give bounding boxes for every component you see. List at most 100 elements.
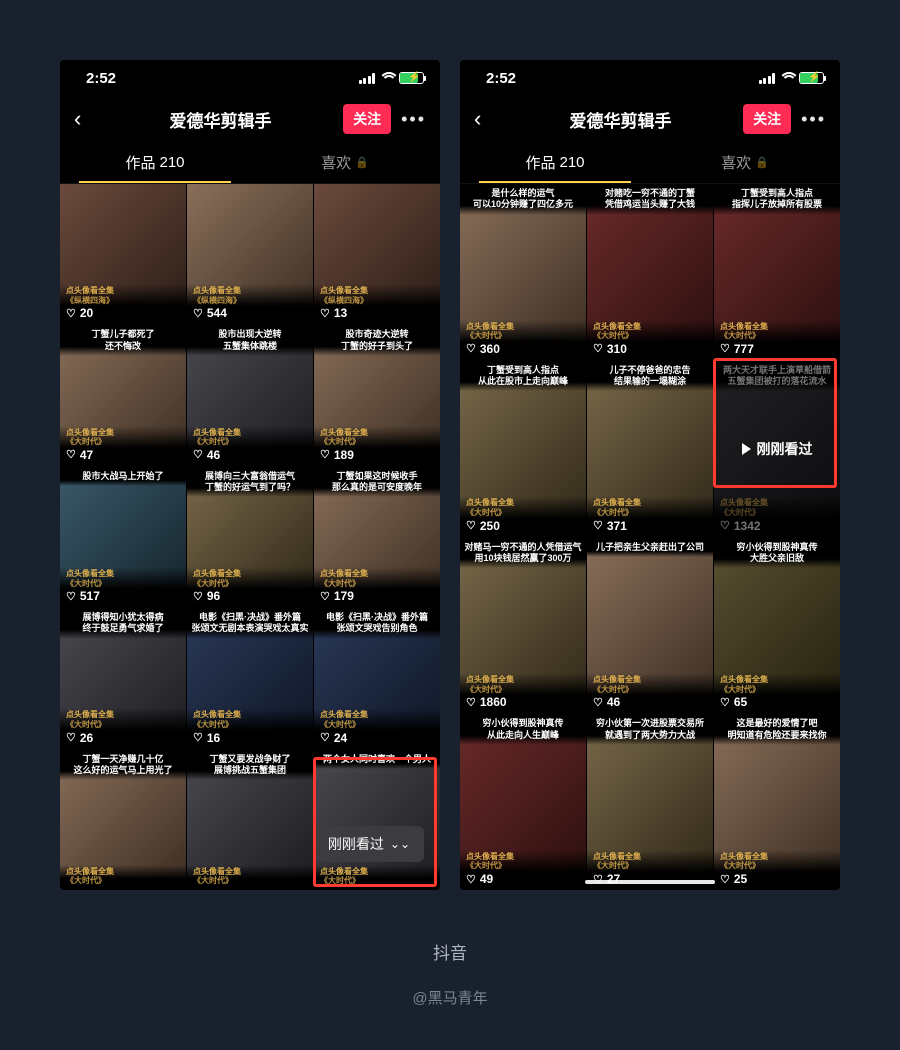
lock-icon: 🔒: [755, 156, 769, 169]
heart-icon: ♡: [320, 731, 330, 744]
video-thumbnail[interactable]: 穷小伙得到股神真传 大胜父亲旧敌点头像看全集《大时代》♡65: [714, 538, 840, 714]
video-subtitle: 点头像看全集《大时代》: [320, 569, 434, 588]
video-thumbnail[interactable]: 股市大战马上开始了点头像看全集《大时代》♡517: [60, 467, 186, 607]
video-subtitle: 点头像看全集《大时代》: [466, 675, 580, 694]
profile-tabs: 作品 210 喜欢 🔒: [460, 142, 840, 184]
video-subtitle: 点头像看全集《大时代》: [593, 852, 707, 871]
back-icon[interactable]: ‹: [474, 106, 498, 132]
video-subtitle: 点头像看全集《大时代》: [193, 867, 307, 886]
video-thumbnail[interactable]: 丁蟹一天净赚几十亿 这么好的运气马上用光了点头像看全集《大时代》: [60, 750, 186, 890]
play-icon: [742, 443, 751, 455]
tab-likes[interactable]: 喜欢 🔒: [250, 142, 440, 183]
video-caption: 丁蟹又要发战争财了 展博挑战五蟹集团: [187, 750, 313, 781]
video-caption: 丁蟹儿子都死了 还不悔改: [60, 325, 186, 356]
video-thumbnail[interactable]: 电影《扫黑·决战》番外篇 张颂文无剧本表演哭戏太真实点头像看全集《大时代》♡16: [187, 608, 313, 748]
like-count: ♡65: [720, 695, 834, 709]
video-thumbnail[interactable]: 丁蟹受到高人指点 从此在股市上走向巅峰点头像看全集《大时代》♡250: [460, 361, 586, 537]
video-thumbnail[interactable]: 两大天才联手上演草船借箭 五蟹集团被打的落花流水点头像看全集《大时代》♡1342…: [714, 361, 840, 537]
video-thumbnail[interactable]: 丁蟹又要发战争财了 展博挑战五蟹集团点头像看全集《大时代》: [187, 750, 313, 890]
video-thumbnail[interactable]: 两个女人同时喜欢一个男人点头像看全集《大时代》: [314, 750, 440, 890]
heart-icon: ♡: [193, 448, 203, 461]
video-caption: 对赌吃一穷不通的丁蟹 凭借鸡运当头赚了大钱: [587, 184, 713, 215]
heart-icon: ♡: [593, 342, 603, 355]
tab-likes[interactable]: 喜欢 🔒: [650, 142, 840, 183]
video-subtitle: 点头像看全集《大时代》: [320, 710, 434, 729]
video-caption: 是什么样的运气 可以10分钟赚了四亿多元: [460, 184, 586, 215]
lock-icon: 🔒: [355, 156, 369, 169]
video-subtitle: 点头像看全集《大时代》: [193, 710, 307, 729]
video-thumbnail[interactable]: 对赌马一穷不通的人凭借运气 用10块钱居然赢了300万点头像看全集《大时代》♡1…: [460, 538, 586, 714]
heart-icon: ♡: [193, 590, 203, 603]
video-thumbnail[interactable]: 穷小伙得到股神真传 从此走向人生巅峰点头像看全集《大时代》♡49: [460, 714, 586, 890]
follow-button[interactable]: 关注: [343, 104, 391, 134]
tab-works[interactable]: 作品 210: [60, 142, 250, 183]
video-caption: 丁蟹受到高人指点 从此在股市上走向巅峰: [460, 361, 586, 392]
video-caption: 电影《扫黑·决战》番外篇 张颂文哭戏告别角色: [314, 608, 440, 639]
video-thumbnail[interactable]: 穷小伙第一次进股票交易所 就遇到了两大势力大战点头像看全集《大时代》♡27: [587, 714, 713, 890]
just-watched-overlay[interactable]: 刚刚看过: [714, 361, 840, 537]
like-count: ♡517: [66, 589, 180, 603]
video-thumbnail[interactable]: 点头像看全集《纵横四海》♡20: [60, 184, 186, 324]
video-caption: 两个女人同时喜欢一个男人: [314, 750, 440, 769]
heart-icon: ♡: [193, 307, 203, 320]
video-thumbnail[interactable]: 展博得知小犹太得病 终于鼓足勇气求婚了点头像看全集《大时代》 ♡26: [60, 608, 186, 748]
video-thumbnail[interactable]: 丁蟹受到高人指点 指挥儿子放掉所有股票点头像看全集《大时代》♡777: [714, 184, 840, 360]
heart-icon: ♡: [593, 696, 603, 709]
video-thumbnail[interactable]: 丁蟹儿子都死了 还不悔改点头像看全集《大时代》♡47: [60, 325, 186, 465]
video-thumbnail[interactable]: 点头像看全集《纵横四海》♡544: [187, 184, 313, 324]
video-caption: 展博得知小犹太得病 终于鼓足勇气求婚了: [60, 608, 186, 639]
video-grid[interactable]: 点头像看全集《纵横四海》♡20点头像看全集《纵横四海》♡544点头像看全集《纵横…: [60, 184, 440, 890]
video-thumbnail[interactable]: 是什么样的运气 可以10分钟赚了四亿多元点头像看全集《大时代》♡360: [460, 184, 586, 360]
video-thumbnail[interactable]: 展博向三大富翁借运气 丁蟹的好运气到了吗？点头像看全集《大时代》♡96: [187, 467, 313, 607]
like-count: ♡26: [66, 731, 180, 745]
heart-icon: ♡: [66, 590, 76, 603]
video-subtitle: 点头像看全集《大时代》: [320, 867, 434, 886]
like-count: ♡179: [320, 589, 434, 603]
back-icon[interactable]: ‹: [74, 106, 98, 132]
video-caption: 电影《扫黑·决战》番外篇 张颂文无剧本表演哭戏太真实: [187, 608, 313, 639]
video-thumbnail[interactable]: 对赌吃一穷不通的丁蟹 凭借鸡运当头赚了大钱点头像看全集《大时代》♡310: [587, 184, 713, 360]
heart-icon: ♡: [66, 448, 76, 461]
like-count: ♡46: [193, 448, 307, 462]
status-bar: 2:52 ⚡: [460, 60, 840, 96]
chevron-down-icon: ⌄⌄: [390, 838, 410, 850]
more-icon[interactable]: •••: [401, 109, 426, 130]
video-subtitle: 点头像看全集《大时代》: [466, 498, 580, 517]
video-subtitle: 点头像看全集《纵横四海》: [320, 286, 434, 305]
video-subtitle: 点头像看全集《大时代》: [66, 867, 180, 886]
more-icon[interactable]: •••: [801, 109, 826, 130]
video-caption: 穷小伙得到股神真传 从此走向人生巅峰: [460, 714, 586, 745]
status-time: 2:52: [486, 70, 516, 87]
follow-button[interactable]: 关注: [743, 104, 791, 134]
video-thumbnail[interactable]: 点头像看全集《纵横四海》♡13: [314, 184, 440, 324]
nav-bar: ‹ 爱德华剪辑手 关注 •••: [460, 96, 840, 142]
left-phone: 2:52 ⚡ ‹ 爱德华剪辑手 关注 ••• 作品 210 喜欢 🔒: [60, 60, 440, 890]
like-count: ♡13: [320, 306, 434, 320]
video-thumbnail[interactable]: 电影《扫黑·决战》番外篇 张颂文哭戏告别角色点头像看全集《大时代》♡24: [314, 608, 440, 748]
video-grid[interactable]: 是什么样的运气 可以10分钟赚了四亿多元点头像看全集《大时代》♡360对赌吃一穷…: [460, 184, 840, 890]
video-thumbnail[interactable]: 儿子不停爸爸的忠告 结果输的一塌糊涂点头像看全集《大时代》♡371: [587, 361, 713, 537]
video-caption: 丁蟹受到高人指点 指挥儿子放掉所有股票: [714, 184, 840, 215]
heart-icon: ♡: [320, 307, 330, 320]
video-thumbnail[interactable]: 儿子把亲生父亲赶出了公司点头像看全集《大时代》♡46: [587, 538, 713, 714]
heart-icon: ♡: [466, 873, 476, 886]
video-subtitle: 点头像看全集《大时代》: [66, 428, 180, 447]
signal-icon: [359, 73, 376, 84]
heart-icon: ♡: [720, 873, 730, 886]
video-thumbnail[interactable]: 这是最好的爱情了吧 明知道有危险还要来找你点头像看全集《大时代》♡25: [714, 714, 840, 890]
video-subtitle: 点头像看全集《纵横四海》: [193, 286, 307, 305]
heart-icon: ♡: [466, 519, 476, 532]
video-subtitle: 点头像看全集《大时代》: [66, 710, 180, 729]
like-count: ♡189: [320, 448, 434, 462]
like-count: ♡777: [720, 342, 834, 356]
video-thumbnail[interactable]: 丁蟹如果这时候收手 那么真的是可安度晚年点头像看全集《大时代》♡179: [314, 467, 440, 607]
video-thumbnail[interactable]: 股市奇迹大逆转 丁蟹的好子到头了点头像看全集《大时代》♡189: [314, 325, 440, 465]
heart-icon: ♡: [720, 696, 730, 709]
video-caption: 穷小伙得到股神真传 大胜父亲旧敌: [714, 538, 840, 569]
video-thumbnail[interactable]: 股市出现大逆转 五蟹集体跳楼点头像看全集《大时代》♡46: [187, 325, 313, 465]
tab-works[interactable]: 作品 210: [460, 142, 650, 183]
like-count: ♡25: [720, 872, 834, 886]
like-count: ♡46: [593, 695, 707, 709]
video-caption: 这是最好的爱情了吧 明知道有危险还要来找你: [714, 714, 840, 745]
just-watched-pill[interactable]: 刚刚看过 ⌄⌄: [314, 826, 424, 862]
